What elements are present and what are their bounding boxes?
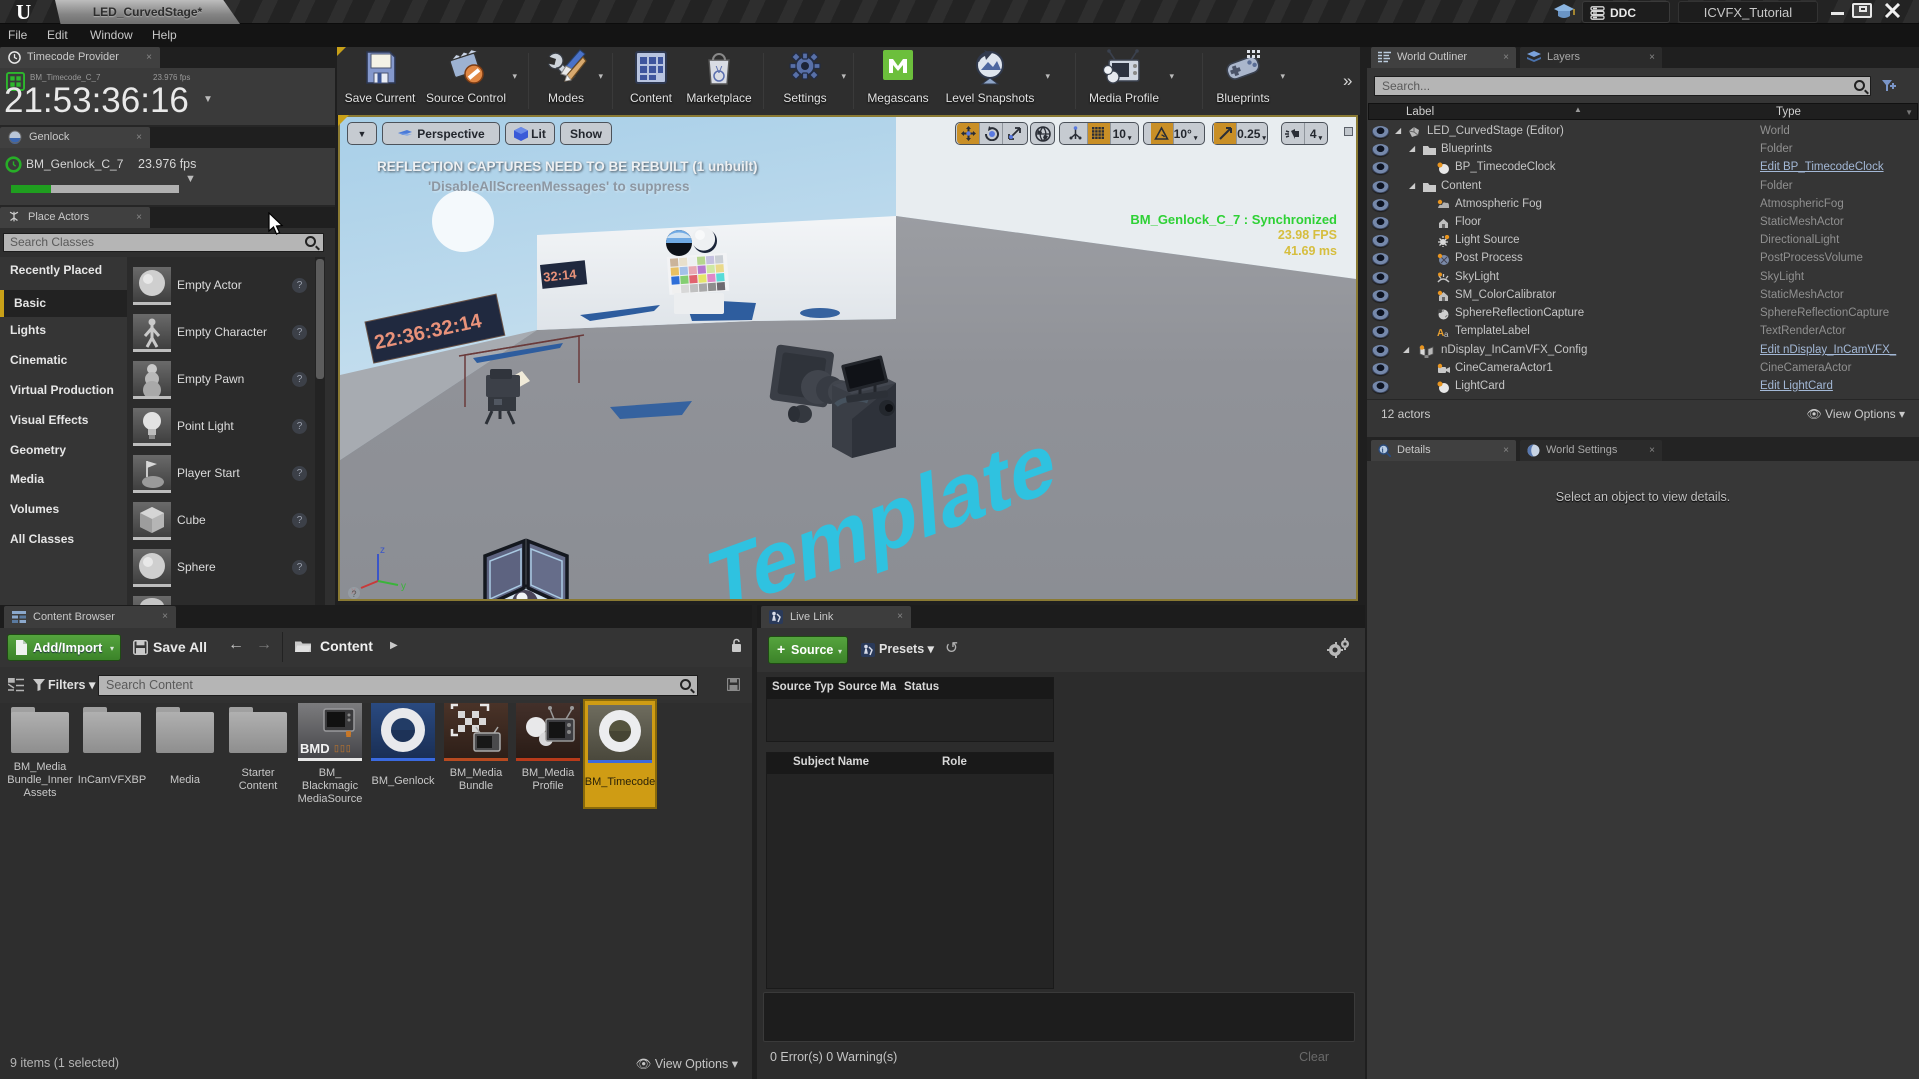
svg-text:i: i — [1382, 446, 1384, 454]
svg-text:?: ? — [352, 589, 357, 599]
svg-text:y: y — [401, 581, 406, 592]
svg-text:a: a — [1444, 330, 1449, 338]
svg-text:z: z — [380, 545, 385, 556]
